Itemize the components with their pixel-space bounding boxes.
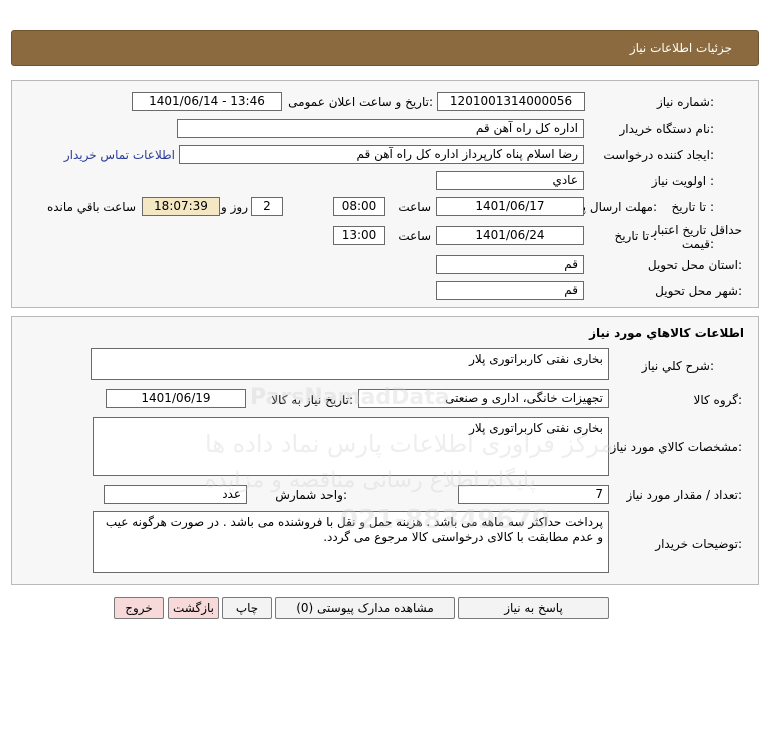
priority-field: عادي: [436, 171, 584, 190]
remaining-time-field: 18:07:39: [142, 197, 220, 216]
province-field: قم: [436, 255, 584, 274]
announce-datetime-label: تاریخ و ساعت اعلان عمومی:: [288, 95, 433, 109]
goods-group-label: گروه کالا:: [693, 393, 743, 407]
specs-field: بخاری نفتی کاربراتوری پلار: [93, 417, 609, 476]
province-label: استان محل تحویل:: [647, 258, 742, 272]
need-date-field: 1401/06/19: [106, 389, 246, 408]
goods-section-title: اطلاعات كالاهاي مورد نياز: [589, 326, 744, 340]
need-date-label: تاریخ نیاز به کالا:: [271, 393, 353, 407]
deadline-time-label: ساعت: [398, 200, 431, 214]
validity-to-date-label: تا تاریخ :: [614, 229, 657, 243]
reply-to-need-button[interactable]: پاسخ به نیاز: [458, 597, 609, 619]
exit-button[interactable]: خروج: [114, 597, 164, 619]
remaining-days-field: 2: [251, 197, 283, 216]
need-details-panel: [11, 80, 759, 308]
view-attachments-button[interactable]: مشاهده مدارک پیوستی (0): [275, 597, 455, 619]
page-title: جزئیات اطلاعات نیاز: [629, 41, 732, 55]
quantity-label: تعداد / مقدار مورد نیاز:: [626, 488, 742, 502]
general-desc-field: بخاری نفتی کاربراتوری پلار: [91, 348, 609, 380]
priority-label: اولویت نیاز :: [651, 174, 714, 188]
buyer-notes-field: پرداخت حداکثر سه ماهه می باشد . هزینه حم…: [93, 511, 609, 573]
general-desc-label: شرح کلي نياز:: [641, 359, 714, 373]
back-button[interactable]: بازگشت: [168, 597, 219, 619]
unit-field: عدد: [104, 485, 247, 504]
quantity-field: 7: [458, 485, 609, 504]
days-label: روز و: [221, 200, 248, 214]
buyer-contact-link[interactable]: اطلاعات تماس خریدار: [64, 148, 175, 162]
need-number-field: 1201001314000056: [437, 92, 585, 111]
validity-date-field: 1401/06/24: [436, 226, 584, 245]
deadline-time-field: 08:00: [333, 197, 385, 216]
validity-label-line1: حداقل تاریخ اعتبار: [651, 223, 742, 237]
announce-datetime-field: 1401/06/14 - 13:46: [132, 92, 282, 111]
unit-label: واحد شمارش:: [275, 488, 347, 502]
deadline-date-field: 1401/06/17: [436, 197, 584, 216]
need-number-label: شماره نیاز:: [656, 95, 714, 109]
page-header: جزئیات اطلاعات نیاز: [11, 30, 759, 66]
city-label: شهر محل تحویل:: [655, 284, 742, 298]
goods-group-field: تجهیزات خانگی، اداری و صنعتی: [358, 389, 609, 408]
buyer-org-label: نام دستگاه خریدار:: [619, 122, 715, 136]
validity-time-field: 13:00: [333, 226, 385, 245]
requester-field: رضا اسلام پناه کارپرداز اداره کل راه آهن…: [179, 145, 584, 164]
remaining-time-label: ساعت باقي مانده: [46, 200, 136, 214]
validity-time-label: ساعت: [398, 229, 431, 243]
city-field: قم: [436, 281, 584, 300]
requester-label: ایجاد کننده درخواست:: [603, 148, 714, 162]
specs-label: مشخصات كالاي مورد نياز:: [610, 440, 742, 454]
validity-label-line2: قیمت:: [681, 237, 714, 251]
print-button[interactable]: چاپ: [222, 597, 272, 619]
deadline-to-date-label: تا تاریخ :: [671, 200, 714, 214]
buyer-notes-label: توضیحات خریدار:: [655, 537, 742, 551]
buyer-org-field: اداره کل راه آهن قم: [177, 119, 584, 138]
